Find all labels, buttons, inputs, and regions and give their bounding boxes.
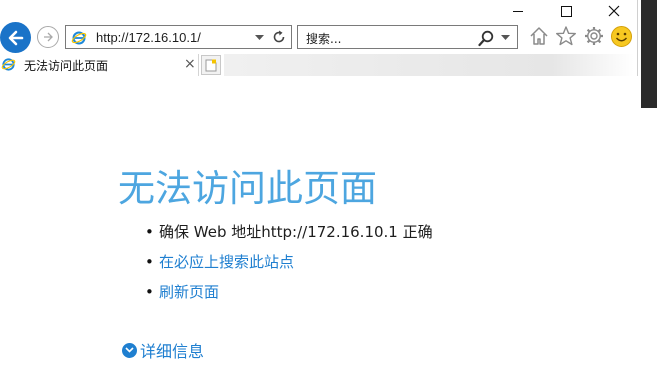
tab-bar: 无法访问此页面 × bbox=[0, 54, 640, 76]
close-icon bbox=[608, 5, 620, 17]
star-icon[interactable] bbox=[555, 25, 577, 47]
search-box[interactable]: 搜索... bbox=[297, 25, 518, 49]
forward-icon bbox=[44, 32, 53, 42]
window-edge bbox=[637, 0, 657, 110]
minimize-button[interactable] bbox=[494, 0, 542, 22]
browser-window: http://172.16.10.1/ 搜索... 无法访问此页面 × 无法访问… bbox=[0, 0, 657, 374]
list-item: • 刷新页面 bbox=[145, 282, 433, 312]
details-toggle[interactable]: 详细信息 bbox=[122, 338, 204, 362]
tab-strip-fill bbox=[224, 54, 634, 76]
minimize-icon bbox=[513, 10, 523, 12]
gear-icon[interactable] bbox=[583, 25, 605, 47]
suggestion-text: 确保 Web 地址http://172.16.10.1 正确 bbox=[159, 223, 433, 241]
ie-tab-icon bbox=[1, 58, 16, 71]
page-title: 无法访问此页面 bbox=[118, 167, 377, 210]
suggestion-list: • 确保 Web 地址http://172.16.10.1 正确 • 在必应上搜… bbox=[145, 222, 433, 312]
smiley-icon[interactable] bbox=[610, 25, 633, 48]
forward-button[interactable] bbox=[37, 26, 59, 48]
chevron-down-icon bbox=[122, 342, 137, 358]
home-icon[interactable] bbox=[528, 25, 550, 47]
page-content: 无法访问此页面 • 确保 Web 地址http://172.16.10.1 正确… bbox=[0, 76, 638, 374]
close-button[interactable] bbox=[590, 0, 638, 22]
tab-title: 无法访问此页面 bbox=[24, 59, 109, 73]
new-tab-icon bbox=[205, 59, 217, 71]
bullet-glyph: • bbox=[145, 253, 154, 271]
tab-close-button[interactable]: × bbox=[184, 56, 196, 72]
new-tab-button[interactable] bbox=[201, 55, 221, 75]
address-input[interactable]: http://172.16.10.1/ bbox=[96, 30, 201, 45]
caption-buttons bbox=[494, 0, 638, 22]
refresh-page-link[interactable]: 刷新页面 bbox=[159, 283, 219, 301]
maximize-icon bbox=[560, 5, 572, 17]
list-item: • 在必应上搜索此站点 bbox=[145, 252, 433, 282]
bullet-glyph: • bbox=[145, 223, 154, 241]
refresh-icon[interactable] bbox=[271, 29, 287, 45]
search-input[interactable]: 搜索... bbox=[306, 30, 341, 47]
address-bar[interactable]: http://172.16.10.1/ bbox=[65, 25, 292, 49]
address-dropdown-icon[interactable] bbox=[255, 35, 264, 41]
bullet-glyph: • bbox=[145, 283, 154, 301]
details-label: 详细信息 bbox=[140, 342, 205, 361]
search-dropdown-icon[interactable] bbox=[501, 35, 510, 41]
tab-active[interactable]: 无法访问此页面 × bbox=[0, 54, 199, 76]
ie-icon bbox=[71, 31, 87, 45]
bing-search-link[interactable]: 在必应上搜索此站点 bbox=[159, 253, 294, 271]
maximize-button[interactable] bbox=[542, 0, 590, 22]
navigation-bar: http://172.16.10.1/ 搜索... bbox=[0, 22, 638, 53]
back-button[interactable] bbox=[0, 22, 31, 53]
list-item: • 确保 Web 地址http://172.16.10.1 正确 bbox=[145, 222, 433, 252]
search-icon[interactable] bbox=[478, 30, 495, 47]
back-icon bbox=[8, 30, 23, 45]
